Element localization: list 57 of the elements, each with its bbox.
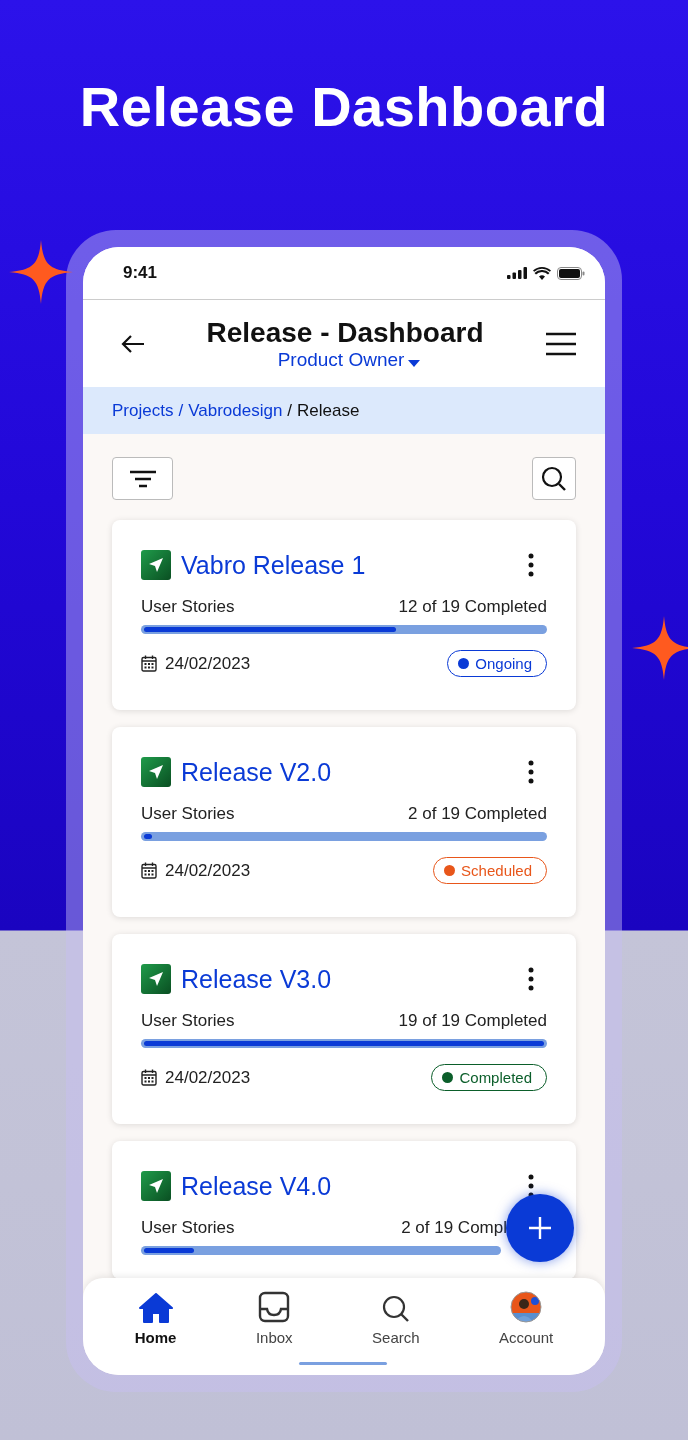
more-options-icon[interactable] xyxy=(528,553,534,577)
release-date: 24/02/2023 xyxy=(165,1067,251,1088)
paper-plane-icon xyxy=(141,1171,171,1201)
paper-plane-icon xyxy=(141,964,171,994)
battery-icon xyxy=(557,266,585,280)
breadcrumb-separator: / xyxy=(287,400,293,421)
wifi-icon xyxy=(533,266,551,280)
breadcrumb-current: Release xyxy=(297,400,360,421)
calendar-icon xyxy=(141,655,157,672)
back-arrow-icon[interactable] xyxy=(121,333,145,354)
menu-icon[interactable] xyxy=(545,331,577,356)
release-title: Vabro Release 1 xyxy=(181,550,367,580)
metric-label: User Stories xyxy=(141,1218,235,1238)
inbox-icon xyxy=(258,1291,291,1323)
progress-text: 12 of 19 Completed xyxy=(398,597,547,617)
release-card[interactable]: Release V4.0 User Stories 2 of 19 Compl xyxy=(112,1141,576,1279)
more-options-icon[interactable] xyxy=(528,967,534,991)
page-headline: Release Dashboard xyxy=(78,74,610,140)
search-icon xyxy=(381,1295,410,1323)
metric-label: User Stories xyxy=(141,1011,235,1031)
release-card[interactable]: Release V2.0 User Stories 2 of 19 Completed 24/02/2023 Scheduled xyxy=(112,727,576,917)
nav-tab[interactable]: Search xyxy=(364,1278,428,1346)
release-title: Release V4.0 xyxy=(181,1171,333,1201)
progress-text: 19 of 19 Completed xyxy=(398,1011,547,1031)
home-icon xyxy=(138,1293,173,1323)
nav-tab[interactable]: Inbox xyxy=(247,1278,301,1346)
breadcrumb-link[interactable]: Vabrodesign xyxy=(188,400,283,421)
metric-label: User Stories xyxy=(141,804,235,824)
release-card[interactable]: Vabro Release 1 User Stories 12 of 19 Completed 24/02/2023 Ongoing xyxy=(112,520,576,710)
more-options-icon[interactable] xyxy=(528,1174,534,1198)
screen-title: Release - Dashboard xyxy=(206,316,484,349)
calendar-icon xyxy=(141,1069,157,1086)
breadcrumb-link[interactable]: Projects xyxy=(112,400,174,421)
calendar-icon xyxy=(141,862,157,879)
filter-button[interactable] xyxy=(112,457,173,500)
caret-icon xyxy=(408,359,421,367)
release-card[interactable]: Release V3.0 User Stories 19 of 19 Completed 24/02/2023 Completed xyxy=(112,934,576,1124)
metric-label: User Stories xyxy=(141,597,235,617)
paper-plane-icon xyxy=(141,757,171,787)
search-icon xyxy=(541,465,567,492)
signal-icon xyxy=(507,267,527,279)
release-date: 24/02/2023 xyxy=(165,860,251,881)
status-time: 9:41 xyxy=(123,263,158,283)
plus-icon xyxy=(528,1216,552,1240)
nav-tab[interactable]: Account xyxy=(491,1278,562,1346)
more-options-icon[interactable] xyxy=(528,760,534,784)
search-button[interactable] xyxy=(532,457,576,500)
role-dropdown[interactable]: Product Owner xyxy=(277,348,421,371)
release-date: 24/02/2023 xyxy=(165,653,251,674)
nav-tab[interactable]: Home xyxy=(126,1278,185,1346)
breadcrumb-separator: / xyxy=(178,400,184,421)
progress-text: 2 of 19 Compl xyxy=(401,1218,507,1238)
release-title: Release V2.0 xyxy=(181,757,333,787)
progress-text: 2 of 19 Completed xyxy=(408,804,547,824)
filter-icon xyxy=(128,468,157,489)
paper-plane-icon xyxy=(141,550,171,580)
release-title: Release V3.0 xyxy=(181,964,333,994)
